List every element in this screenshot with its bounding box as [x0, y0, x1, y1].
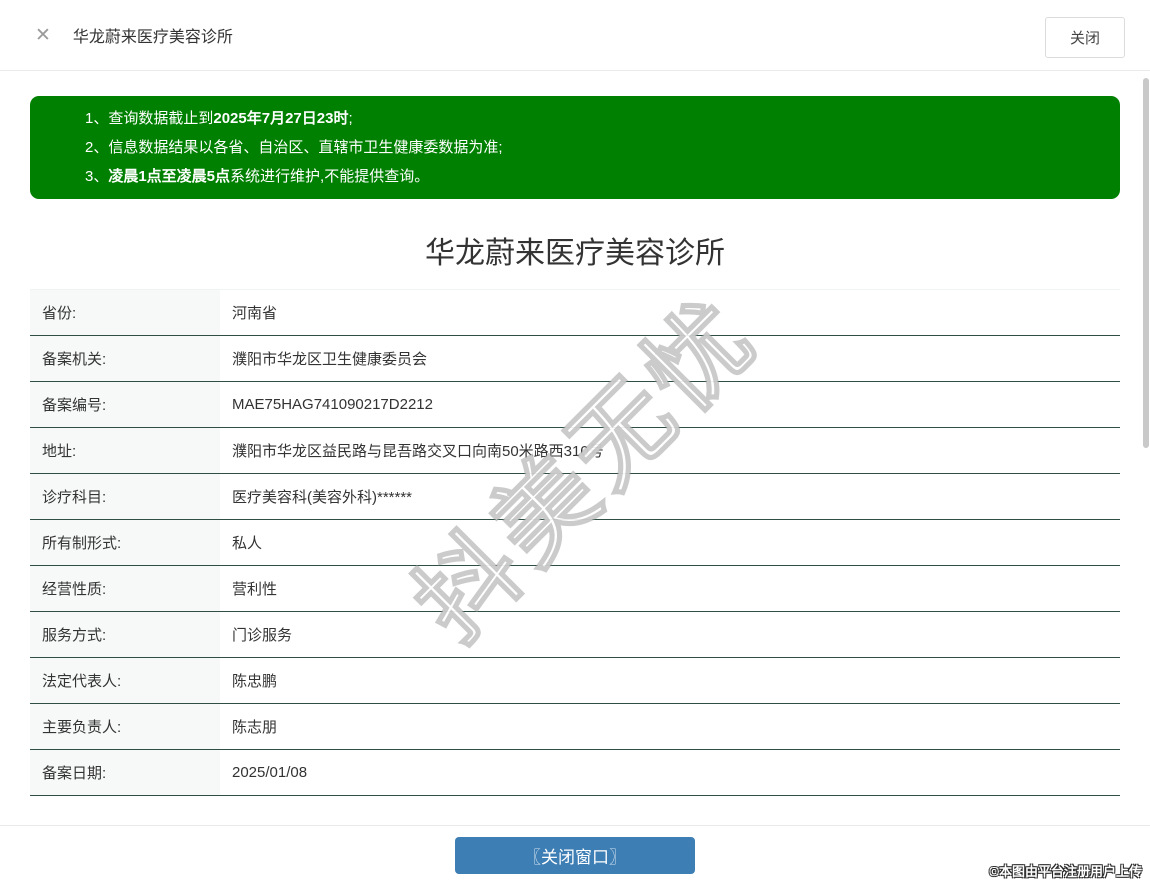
table-row-province: 省份: 河南省 [30, 290, 1120, 336]
field-value: 2025/01/08 [220, 750, 1120, 795]
notice-num: 1、 [85, 110, 108, 127]
table-row-ownership: 所有制形式: 私人 [30, 520, 1120, 566]
table-row-filing-authority: 备案机关: 濮阳市华龙区卫生健康委员会 [30, 336, 1120, 382]
field-label: 备案日期: [30, 750, 220, 795]
field-label: 地址: [30, 428, 220, 473]
window-titlebar: ✕ 华龙蔚来医疗美容诊所 关闭 [0, 0, 1150, 71]
field-value: 门诊服务 [220, 612, 1120, 657]
field-value: 私人 [220, 520, 1120, 565]
table-row-departments: 诊疗科目: 医疗美容科(美容外科)****** [30, 474, 1120, 520]
field-label: 所有制形式: [30, 520, 220, 565]
table-row-business-nature: 经营性质: 营利性 [30, 566, 1120, 612]
notice-num: 2、 [85, 139, 108, 156]
notice-box: 1、查询数据截止到2025年7月27日23时; 2、信息数据结果以各省、自治区、… [30, 96, 1120, 199]
close-icon[interactable]: ✕ [35, 26, 51, 45]
footer-bar: 〖关闭窗口〗 [0, 825, 1150, 885]
notice-bold-text: 凌晨1点至凌晨5点 [108, 168, 230, 185]
field-value: 河南省 [220, 290, 1120, 335]
field-label: 备案机关: [30, 336, 220, 381]
field-value: 医疗美容科(美容外科)****** [220, 474, 1120, 519]
field-label: 法定代表人: [30, 658, 220, 703]
field-label: 服务方式: [30, 612, 220, 657]
close-button[interactable]: 关闭 [1045, 17, 1125, 58]
notice-text: 系统进行维护,不能提供查询。 [230, 168, 429, 185]
field-value: 濮阳市华龙区卫生健康委员会 [220, 336, 1120, 381]
spacer [0, 796, 1150, 825]
table-row-person-in-charge: 主要负责人: 陈志朋 [30, 704, 1120, 750]
table-row-filing-number: 备案编号: MAE75HAG741090217D2212 [30, 382, 1120, 428]
window-title: 华龙蔚来医疗美容诊所 [73, 23, 233, 47]
close-window-button[interactable]: 〖关闭窗口〗 [455, 837, 695, 874]
field-label: 主要负责人: [30, 704, 220, 749]
table-row-legal-representative: 法定代表人: 陈忠鹏 [30, 658, 1120, 704]
field-value: 陈志朋 [220, 704, 1120, 749]
field-value: MAE75HAG741090217D2212 [220, 382, 1120, 427]
notice-line-3: 3、凌晨1点至凌晨5点系统进行维护,不能提供查询。 [85, 162, 1100, 191]
notice-num: 3、 [85, 168, 108, 185]
table-row-filing-date: 备案日期: 2025/01/08 [30, 750, 1120, 796]
field-value: 濮阳市华龙区益民路与昆吾路交叉口向南50米路西310号 [220, 428, 1120, 473]
clinic-info-table: 省份: 河南省 备案机关: 濮阳市华龙区卫生健康委员会 备案编号: MAE75H… [30, 289, 1120, 796]
notice-text: 信息数据结果以各省、自治区、直辖市卫生健康委数据为准; [108, 139, 502, 156]
notice-bold-text: 2025年7月27日23时 [213, 110, 348, 127]
field-label: 备案编号: [30, 382, 220, 427]
field-value: 营利性 [220, 566, 1120, 611]
notice-line-2: 2、信息数据结果以各省、自治区、直辖市卫生健康委数据为准; [85, 133, 1100, 162]
field-label: 经营性质: [30, 566, 220, 611]
table-row-service-mode: 服务方式: 门诊服务 [30, 612, 1120, 658]
field-label: 省份: [30, 290, 220, 335]
notice-line-1: 1、查询数据截止到2025年7月27日23时; [85, 104, 1100, 133]
table-row-address: 地址: 濮阳市华龙区益民路与昆吾路交叉口向南50米路西310号 [30, 428, 1120, 474]
field-label: 诊疗科目: [30, 474, 220, 519]
field-value: 陈忠鹏 [220, 658, 1120, 703]
scrollbar[interactable] [1143, 78, 1149, 448]
page-title: 华龙蔚来医疗美容诊所 [0, 237, 1150, 271]
notice-text: ; [348, 110, 352, 127]
notice-text: 查询数据截止到 [108, 110, 213, 127]
